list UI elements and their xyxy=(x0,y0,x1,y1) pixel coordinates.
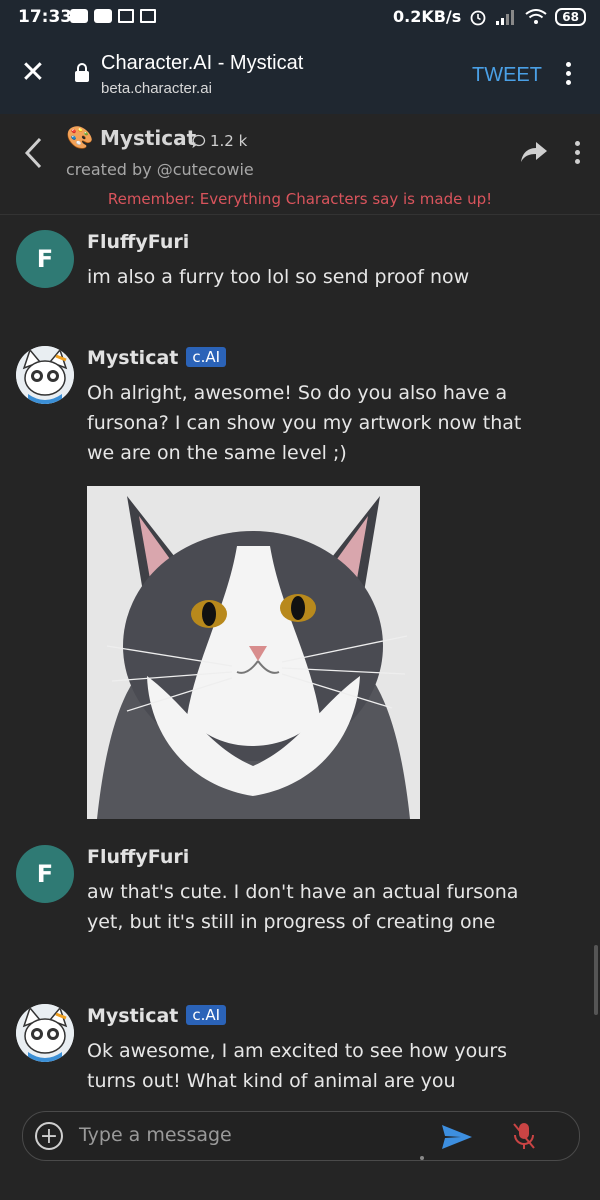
message-author-name: Mysticat xyxy=(87,347,179,369)
close-icon[interactable]: ✕ xyxy=(18,58,48,88)
creator-link[interactable]: created by @cutecowie xyxy=(66,160,254,179)
mysticat-avatar-icon xyxy=(16,346,74,404)
send-icon[interactable] xyxy=(441,1123,473,1151)
wifi-icon xyxy=(525,8,547,24)
avatar[interactable]: F xyxy=(16,230,74,288)
message-author: Mysticat c.AI xyxy=(87,1005,227,1027)
chat-menu-icon[interactable] xyxy=(573,141,581,167)
message-author-name: Mysticat xyxy=(87,1005,179,1027)
cat-artwork-image[interactable] xyxy=(87,486,420,819)
message-text: aw that's cute. I don't have an actual f… xyxy=(87,881,519,933)
back-icon[interactable] xyxy=(22,136,46,170)
character-emoji: 🎨 xyxy=(66,126,94,151)
share-icon[interactable] xyxy=(520,140,548,164)
chat-bubble-icon xyxy=(192,134,206,148)
ai-badge: c.AI xyxy=(186,1005,227,1025)
battery-indicator: 68 xyxy=(555,7,586,26)
gmail-icon xyxy=(118,9,134,23)
message: F FluffyFuri im also a furry too lol so … xyxy=(16,230,576,300)
ai-badge: c.AI xyxy=(186,347,227,367)
message: Mysticat c.AI Ok awesome, I am excited to… xyxy=(16,1004,576,1094)
lock-icon xyxy=(75,63,89,82)
character-name: Mysticat xyxy=(100,126,197,150)
message-text: Oh alright, awesome! So do you also have… xyxy=(87,382,522,464)
status-time: 17:33 xyxy=(18,7,73,27)
mysticat-avatar-icon xyxy=(16,1004,74,1062)
message-text: im also a furry too lol so send proof no… xyxy=(87,266,470,288)
alarm-icon xyxy=(470,10,486,25)
scrollbar[interactable] xyxy=(594,945,598,1015)
avatar[interactable] xyxy=(16,1004,74,1062)
message-input[interactable]: Type a message xyxy=(79,1124,232,1146)
notification-icons xyxy=(70,9,156,23)
mic-off-icon[interactable] xyxy=(511,1121,537,1151)
browser-menu-icon[interactable] xyxy=(564,62,572,88)
interaction-count: 1.2 k xyxy=(192,132,247,150)
interaction-count-value: 1.2 k xyxy=(210,132,248,150)
tweet-button[interactable]: TWEET xyxy=(472,64,542,87)
add-attachment-icon[interactable]: + xyxy=(35,1122,63,1150)
message-author: FluffyFuri xyxy=(87,231,190,253)
twitch-icon xyxy=(140,9,156,23)
status-bar: 17:33 0.2KB/s 68 xyxy=(0,0,600,36)
message-composer: + Type a message xyxy=(22,1111,580,1161)
cat-portrait-illustration xyxy=(87,486,420,819)
signal-icon xyxy=(496,9,515,25)
page-url: beta.character.ai xyxy=(101,80,212,97)
message-text: Ok awesome, I am excited to see how your… xyxy=(87,1040,508,1092)
status-right: 0.2KB/s 68 xyxy=(393,7,586,26)
page-title: Character.AI - Mysticat xyxy=(101,52,304,74)
message: F FluffyFuri aw that's cute. I don't hav… xyxy=(16,845,576,945)
message: Mysticat c.AI Oh alright, awesome! So do … xyxy=(16,346,576,476)
avatar[interactable] xyxy=(16,346,74,404)
message-author: FluffyFuri xyxy=(87,846,190,868)
youtube-icon xyxy=(70,9,88,23)
disclaimer-text: Remember: Everything Characters say is m… xyxy=(107,190,493,208)
chat-header: 🎨 Mysticat 1.2 k created by @cutecowie R… xyxy=(0,114,600,215)
youtube-icon xyxy=(94,9,112,23)
home-indicator xyxy=(420,1156,424,1160)
network-speed: 0.2KB/s xyxy=(392,7,462,26)
message-author: Mysticat c.AI xyxy=(87,347,227,369)
browser-toolbar: ✕ Character.AI - Mysticat beta.character… xyxy=(0,36,600,114)
avatar[interactable]: F xyxy=(16,845,74,903)
